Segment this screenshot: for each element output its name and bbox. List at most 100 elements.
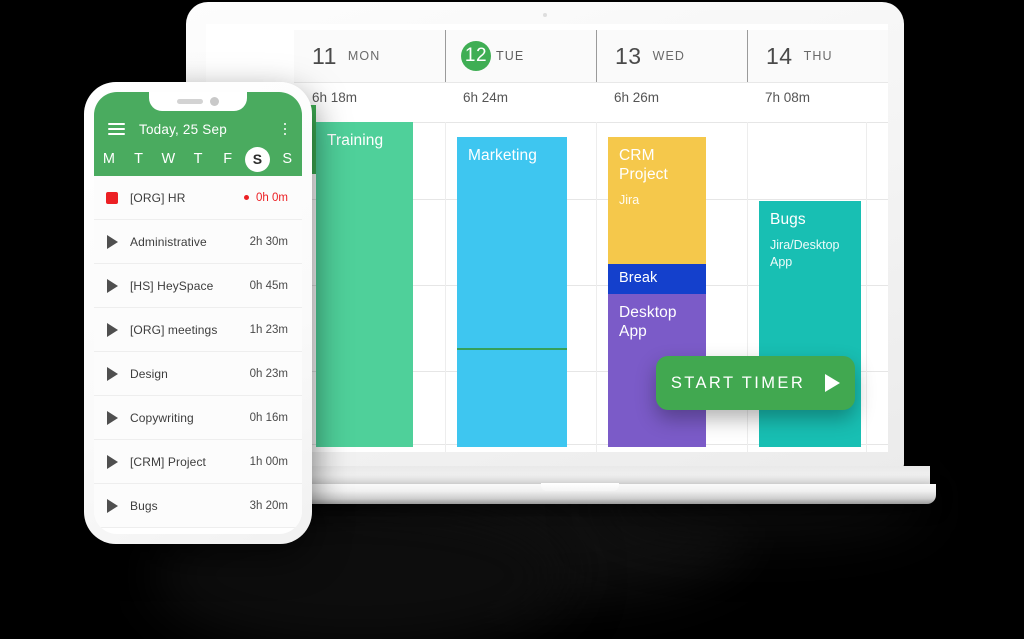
list-item[interactable]: [CRM] Project 1h 00m <box>94 440 302 484</box>
weekday-s1-selected[interactable]: S <box>243 146 273 172</box>
task-duration: 0h 23m <box>250 368 288 380</box>
task-duration: 0h 0m <box>244 192 288 204</box>
column-separator <box>596 122 597 452</box>
play-icon <box>106 278 118 293</box>
speaker-icon <box>177 99 203 104</box>
task-duration: 0h 45m <box>250 280 288 292</box>
play-button[interactable] <box>94 498 130 513</box>
day-column-header-mon[interactable]: 11 MON <box>294 30 445 82</box>
laptop-base <box>300 466 936 504</box>
entry-divider <box>457 348 567 350</box>
hamburger-menu-icon[interactable] <box>108 123 125 135</box>
task-duration-value: 0h 45m <box>249 279 288 292</box>
phone-screen: Today, 25 Sep M T W T F S S [ORG] HR 0h … <box>94 92 302 534</box>
stop-button[interactable] <box>94 191 130 204</box>
play-icon <box>106 322 118 337</box>
task-duration-value: 0h 0m <box>256 191 288 204</box>
day-number: 11 <box>312 42 337 69</box>
task-duration: 3h 20m <box>250 500 288 512</box>
play-icon <box>825 374 841 392</box>
day-number: 13 <box>615 42 642 69</box>
play-icon <box>106 366 118 381</box>
column-separator <box>445 122 446 452</box>
list-item[interactable]: [ORG] meetings 1h 23m <box>94 308 302 352</box>
webcam-icon <box>543 13 547 17</box>
weekday-strip: M T W T F S S <box>94 142 302 176</box>
laptop-base-notch <box>540 483 619 491</box>
day-total-thu: 7h 08m <box>765 89 811 105</box>
task-name: Copywriting <box>130 410 194 425</box>
play-button[interactable] <box>94 322 130 337</box>
entry-title: Marketing <box>468 147 537 164</box>
play-button[interactable] <box>94 278 130 293</box>
day-label: MON <box>347 49 381 63</box>
play-button[interactable] <box>94 366 130 381</box>
phone-notch <box>149 92 247 111</box>
day-number: 14 <box>766 42 793 69</box>
play-icon <box>106 410 118 425</box>
calendar-entry-marketing[interactable]: Marketing <box>457 137 567 447</box>
list-item[interactable]: [ORG] HR 0h 0m <box>94 176 302 220</box>
list-item[interactable]: Copywriting 0h 16m <box>94 396 302 440</box>
task-duration: 1h 23m <box>250 324 288 336</box>
calendar-entry-bugs[interactable]: Bugs Jira/Desktop App <box>759 201 861 447</box>
start-timer-button[interactable]: START TIMER <box>656 356 855 410</box>
list-item[interactable]: Administrative 2h 30m <box>94 220 302 264</box>
play-icon <box>106 498 118 513</box>
day-column-header-wed[interactable]: 13 WED <box>596 30 747 82</box>
task-duration-value: 0h 16m <box>249 411 288 424</box>
task-duration-value: 0h 23m <box>249 367 288 380</box>
task-duration: 2h 30m <box>250 236 288 248</box>
task-name: [ORG] meetings <box>130 322 218 337</box>
play-button[interactable] <box>94 454 130 469</box>
calendar-entry-crm-project[interactable]: CRM Project Jira <box>608 137 706 264</box>
play-button[interactable] <box>94 410 130 425</box>
weekday-f[interactable]: F <box>213 151 243 167</box>
column-separator <box>866 122 867 452</box>
list-item[interactable]: Bugs 3h 20m <box>94 484 302 528</box>
task-list: [ORG] HR 0h 0m Administrative 2h 30m [HS… <box>94 176 302 528</box>
calendar-day-header: 11 MON 12 TUE 13 WED 14 THU <box>294 30 888 83</box>
day-label: TUE <box>496 49 525 63</box>
recording-dot-icon <box>244 195 250 200</box>
play-icon <box>106 234 118 249</box>
more-options-icon[interactable] <box>283 122 286 136</box>
start-timer-label: START TIMER <box>670 373 806 392</box>
task-duration-value: 2h 30m <box>249 235 288 248</box>
calendar-entry-training[interactable]: Training <box>316 122 413 447</box>
day-total-mon: 6h 18m <box>312 89 358 105</box>
weekday-selected-letter: S <box>244 146 270 172</box>
weekday-t1[interactable]: T <box>124 151 154 167</box>
weekday-t2[interactable]: T <box>183 151 213 167</box>
list-item[interactable]: Design 0h 23m <box>94 352 302 396</box>
task-duration-value: 1h 23m <box>249 323 288 336</box>
day-column-header-thu[interactable]: 14 THU <box>747 30 888 82</box>
task-name: [HS] HeySpace <box>130 278 214 293</box>
day-label: WED <box>652 49 686 63</box>
phone-mockup: Today, 25 Sep M T W T F S S [ORG] HR 0h … <box>84 82 312 544</box>
task-name: Design <box>130 366 168 381</box>
front-camera-icon <box>210 97 219 106</box>
screenshot-root: 11 MON 12 TUE 13 WED 14 THU 6h 18m 6h 24 <box>0 0 1024 639</box>
task-duration-value: 1h 00m <box>249 455 288 468</box>
entry-title: Training <box>327 132 384 149</box>
task-name: Administrative <box>130 234 207 249</box>
phone-toolbar: Today, 25 Sep <box>94 116 302 142</box>
entry-title: Desktop App <box>619 304 677 340</box>
weekday-s2[interactable]: S <box>272 151 302 167</box>
play-button[interactable] <box>94 234 130 249</box>
play-icon <box>106 454 118 469</box>
day-column-header-tue[interactable]: 12 TUE <box>445 30 596 82</box>
weekday-m[interactable]: M <box>94 151 124 167</box>
entry-title: Break <box>619 270 658 286</box>
day-number-today: 12 <box>461 41 491 71</box>
calendar-entry-break[interactable]: Break <box>608 264 706 294</box>
day-total-wed: 6h 26m <box>614 89 660 105</box>
entry-title: Bugs <box>770 211 806 228</box>
task-name: [ORG] HR <box>130 190 186 205</box>
day-total-tue: 6h 24m <box>463 89 509 105</box>
task-name: [CRM] Project <box>130 454 206 469</box>
weekday-w[interactable]: W <box>153 151 183 167</box>
day-label: THU <box>803 49 833 63</box>
list-item[interactable]: [HS] HeySpace 0h 45m <box>94 264 302 308</box>
